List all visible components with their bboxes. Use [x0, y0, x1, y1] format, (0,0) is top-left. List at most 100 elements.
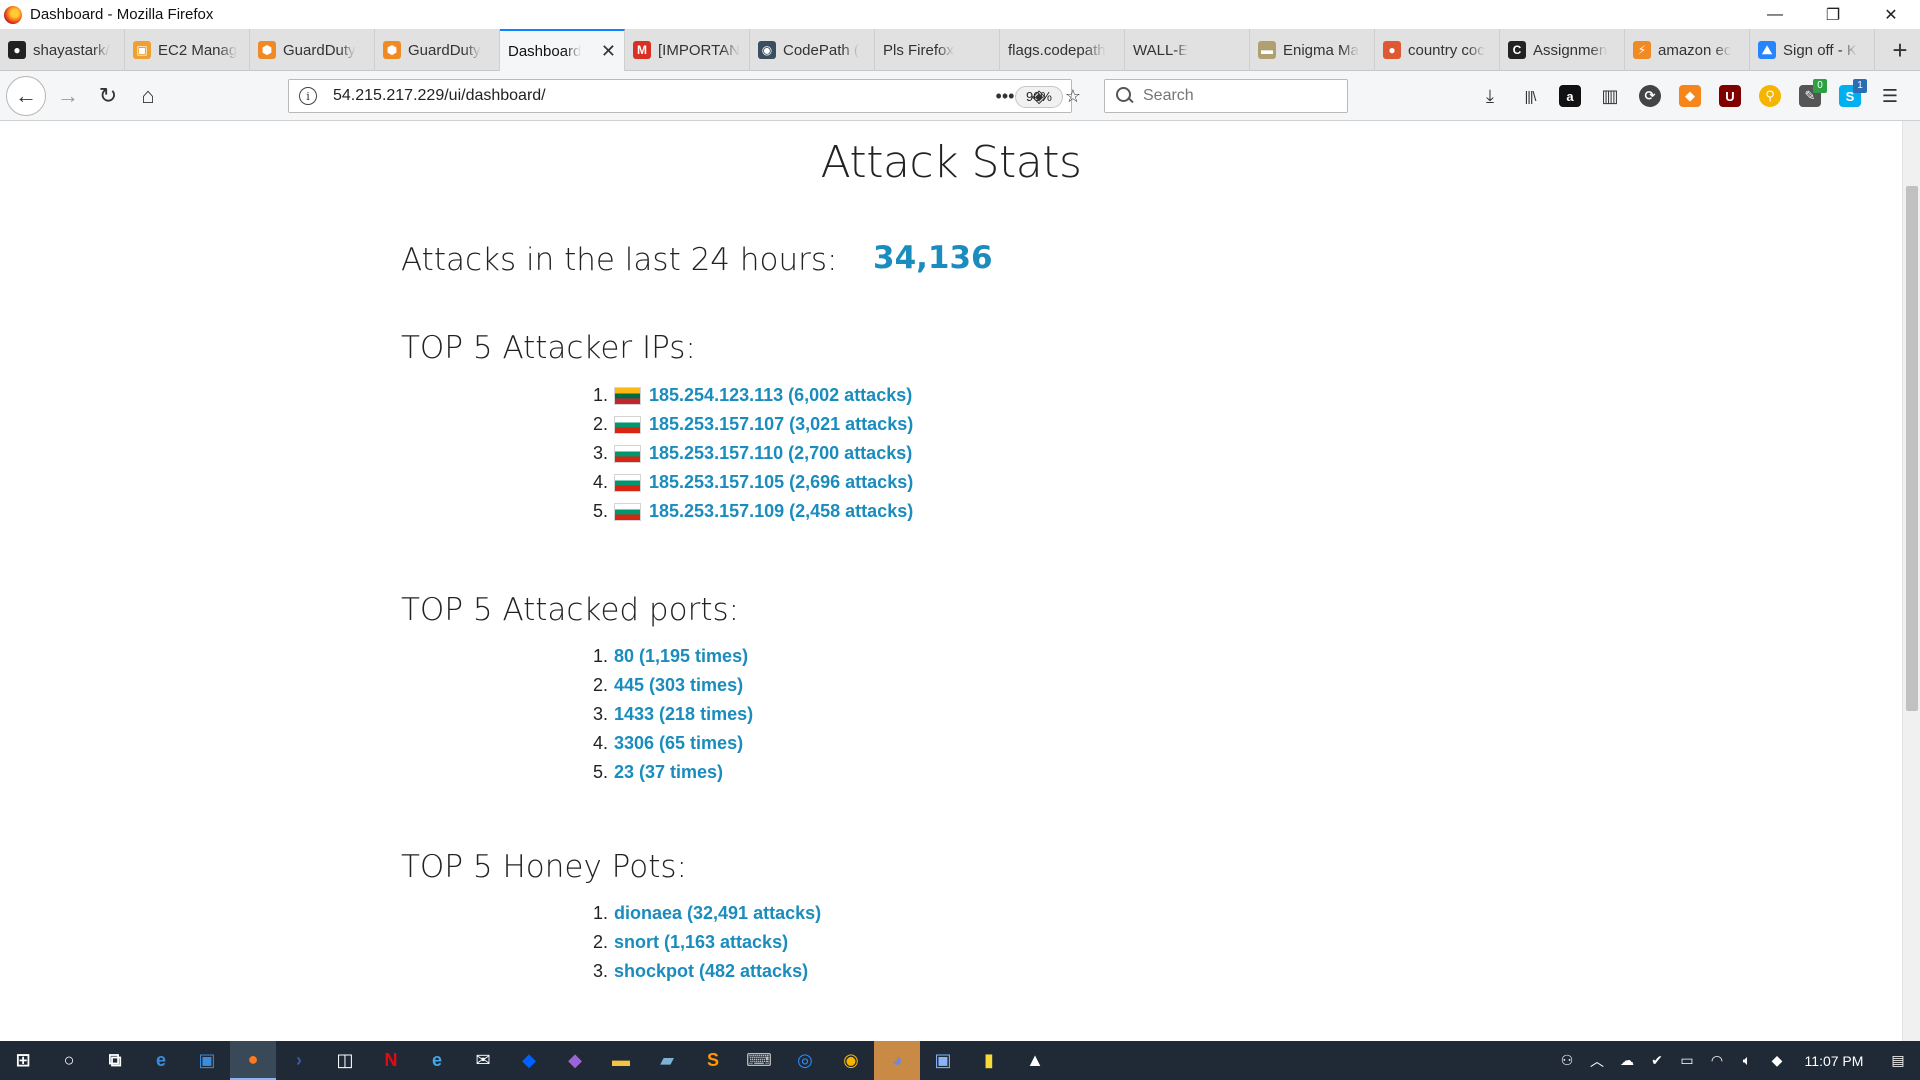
search-bar[interactable]: [1104, 79, 1348, 113]
pocket-icon[interactable]: ◈: [1022, 79, 1056, 113]
minimize-button[interactable]: —: [1746, 0, 1804, 29]
tab[interactable]: Pls Firefox: [875, 29, 1000, 71]
tab[interactable]: ⬢ GuardDuty: [375, 29, 500, 71]
firefox-icon[interactable]: ●: [230, 1041, 276, 1080]
amazon-assistant-icon[interactable]: a: [1550, 79, 1590, 113]
list-link[interactable]: dionaea (32,491 attacks): [614, 903, 821, 924]
store-icon[interactable]: ◫: [322, 1041, 368, 1080]
metamask-fox-icon[interactable]: ◆: [1670, 79, 1710, 113]
notes-icon[interactable]: ▰: [644, 1041, 690, 1080]
tab[interactable]: WALL-E: [1125, 29, 1250, 71]
tab[interactable]: ▬ Enigma Ma: [1250, 29, 1375, 71]
back-button[interactable]: ←: [6, 75, 46, 116]
scrollbar-thumb[interactable]: [1906, 186, 1918, 711]
site-info-icon[interactable]: i: [299, 87, 317, 105]
ublock-origin-icon[interactable]: U: [1710, 79, 1750, 113]
photos-icon[interactable]: ▲: [1012, 1041, 1058, 1080]
tab[interactable]: ⛰ Sign off - K: [1750, 29, 1875, 71]
tab[interactable]: ● shayastark/: [0, 29, 125, 71]
search-extension-icon[interactable]: ⚲: [1750, 79, 1790, 113]
list-link[interactable]: 185.253.157.110 (2,700 attacks): [649, 443, 912, 464]
tab[interactable]: ◉ CodePath (: [750, 29, 875, 71]
mail-icon[interactable]: ✉: [460, 1041, 506, 1080]
task-view-icon[interactable]: ⧉: [92, 1041, 138, 1080]
skype-extension-icon[interactable]: S 1: [1830, 79, 1870, 113]
attacks-24h-value[interactable]: 34,136: [873, 240, 993, 276]
file-explorer-icon[interactable]: ▬: [598, 1041, 644, 1080]
volume-icon[interactable]: 🔈︎: [1732, 1041, 1762, 1080]
top-ports-list: 1. 80 (1,195 times) 2. 445 (303 times) 3. 143…: [584, 642, 753, 787]
tab[interactable]: ⚡ amazon ec: [1625, 29, 1750, 71]
action-center-icon[interactable]: ▤: [1876, 1041, 1920, 1080]
dropbox-icon[interactable]: ◆: [506, 1041, 552, 1080]
window-app-icon[interactable]: ▣: [920, 1041, 966, 1080]
list-link[interactable]: 1433 (218 times): [614, 704, 753, 725]
cortana-icon[interactable]: ○: [46, 1041, 92, 1080]
restore-button[interactable]: ❐: [1804, 0, 1862, 29]
windows-start-icon[interactable]: ⊞: [0, 1041, 46, 1080]
powershell-icon[interactable]: ›: [276, 1041, 322, 1080]
list-link[interactable]: 80 (1,195 times): [614, 646, 748, 667]
page-actions-menu-icon[interactable]: •••: [988, 79, 1022, 113]
tab[interactable]: ● country coc: [1375, 29, 1500, 71]
search-input[interactable]: [1143, 87, 1333, 105]
netflix-icon[interactable]: N: [368, 1041, 414, 1080]
edge-icon[interactable]: e: [138, 1041, 184, 1080]
list-link[interactable]: 23 (37 times): [614, 762, 723, 783]
list-link[interactable]: shockpot (482 attacks): [614, 961, 808, 982]
reload-button[interactable]: ↻: [90, 78, 126, 114]
new-tab-button[interactable]: +: [1880, 29, 1920, 71]
dropbox-tray-icon[interactable]: ◆: [1762, 1041, 1792, 1080]
sticky-notes-icon[interactable]: ▮: [966, 1041, 1012, 1080]
tab[interactable]: C Assignmen: [1500, 29, 1625, 71]
page-scrollbar[interactable]: [1902, 121, 1920, 1041]
taskbar-clock[interactable]: 11:07 PM: [1792, 1053, 1876, 1069]
list-link[interactable]: 445 (303 times): [614, 675, 743, 696]
tab-close-icon[interactable]: ✕: [595, 41, 616, 62]
list-rank: 4.: [592, 733, 608, 753]
feather-extension-icon[interactable]: ✎ 0: [1790, 79, 1830, 113]
library-icon[interactable]: |||\: [1510, 79, 1550, 113]
zoom-icon-glyph: ◎: [797, 1050, 813, 1070]
ie-icon[interactable]: e: [414, 1041, 460, 1080]
chrome-icon-glyph: ◉: [843, 1050, 859, 1070]
tab[interactable]: flags.codepath: [1000, 29, 1125, 71]
aws-cube-icon: ▣: [133, 41, 151, 59]
sublime-icon[interactable]: S: [690, 1041, 736, 1080]
tab[interactable]: M [IMPORTAN: [625, 29, 750, 71]
zoom-icon[interactable]: ◎: [782, 1041, 828, 1080]
hamburger-menu-icon[interactable]: ☰: [1870, 79, 1910, 113]
store-app-icon[interactable]: ▣: [184, 1041, 230, 1080]
tab-active[interactable]: Dashboard ✕: [500, 29, 625, 71]
list-link[interactable]: 3306 (65 times): [614, 733, 743, 754]
list-link[interactable]: 185.254.123.113 (6,002 attacks): [649, 385, 912, 406]
chrome-icon[interactable]: ◉: [828, 1041, 874, 1080]
norton-icon[interactable]: ✔: [1642, 1041, 1672, 1080]
downloads-icon[interactable]: ⤓: [1470, 79, 1510, 113]
tab[interactable]: ▣ EC2 Manag: [125, 29, 250, 71]
list-link[interactable]: snort (1,163 attacks): [614, 932, 788, 953]
tab[interactable]: ⬢ GuardDuty: [250, 29, 375, 71]
reader-view-icon[interactable]: ▥: [1590, 79, 1630, 113]
discord-icon[interactable]: ◕: [874, 1041, 920, 1080]
list-link[interactable]: 185.253.157.109 (2,458 attacks): [649, 501, 913, 522]
dropbox-icon-glyph: ◆: [522, 1050, 536, 1070]
navigation-toolbar: ← → ↻ ⌂ i 54.215.217.229/ui/dashboard/ 9…: [0, 71, 1920, 121]
people-icon[interactable]: ⚇: [1552, 1041, 1582, 1080]
onedrive-icon[interactable]: ☁: [1612, 1041, 1642, 1080]
list-rank: 1.: [592, 903, 608, 923]
home-button[interactable]: ⌂: [130, 78, 166, 114]
wifi-icon[interactable]: ◠: [1702, 1041, 1732, 1080]
bookmark-star-icon[interactable]: ☆: [1056, 79, 1090, 113]
list-link[interactable]: 185.253.157.107 (3,021 attacks): [649, 414, 913, 435]
keyboard-icon[interactable]: ⌨: [736, 1041, 782, 1080]
list-link[interactable]: 185.253.157.105 (2,696 attacks): [649, 472, 913, 493]
tray-chevron-icon[interactable]: ︿: [1582, 1041, 1612, 1080]
url-bar[interactable]: i 54.215.217.229/ui/dashboard/ 90%: [288, 79, 1072, 113]
sync-extension-icon[interactable]: ⟳: [1630, 79, 1670, 113]
close-window-button[interactable]: ✕: [1862, 0, 1920, 29]
forward-button[interactable]: →: [50, 78, 86, 114]
battery-icon[interactable]: ▭: [1672, 1041, 1702, 1080]
url-text[interactable]: 54.215.217.229/ui/dashboard/: [333, 87, 546, 105]
git-icon[interactable]: ◆: [552, 1041, 598, 1080]
